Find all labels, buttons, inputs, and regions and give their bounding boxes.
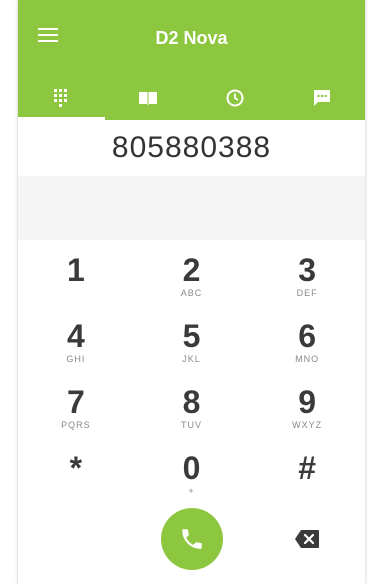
tab-history[interactable] xyxy=(192,76,279,120)
keypad-row: * 0 + # xyxy=(18,438,365,504)
key-star[interactable]: * xyxy=(18,438,134,504)
key-digit: 9 xyxy=(298,384,317,420)
dialpad-icon xyxy=(54,89,68,107)
key-digit: 2 xyxy=(182,252,201,288)
key-6[interactable]: 6 MNO xyxy=(249,306,365,372)
key-digit: 0 xyxy=(182,450,201,486)
dialer-screen: D2 Nova 805880388 1 2 ABC 3 DEF 4 GHI 5 … xyxy=(18,0,365,584)
key-digit: 4 xyxy=(66,318,85,354)
keypad-row: 7 PQRS 8 TUV 9 WXYZ xyxy=(18,372,365,438)
phone-icon xyxy=(181,529,202,549)
app-title: D2 Nova xyxy=(155,28,228,48)
backspace-icon[interactable] xyxy=(294,529,320,549)
history-clock-icon xyxy=(226,89,244,107)
keypad-row: 1 2 ABC 3 DEF xyxy=(18,240,365,306)
contacts-book-icon xyxy=(139,92,158,105)
key-2[interactable]: 2 ABC xyxy=(134,240,250,306)
app-bar: D2 Nova xyxy=(18,0,365,76)
key-9[interactable]: 9 WXYZ xyxy=(249,372,365,438)
key-digit: 1 xyxy=(66,252,85,288)
tab-bar xyxy=(18,76,365,120)
call-cell xyxy=(134,508,250,570)
key-digit: * xyxy=(69,450,83,486)
key-letters: DEF xyxy=(296,288,318,298)
key-3[interactable]: 3 DEF xyxy=(249,240,365,306)
tab-dialpad[interactable] xyxy=(18,76,105,120)
call-button[interactable] xyxy=(160,508,223,570)
tab-messages[interactable] xyxy=(278,76,365,120)
info-band xyxy=(18,176,365,240)
key-digit: 5 xyxy=(182,318,201,354)
key-letters: WXYZ xyxy=(292,420,323,430)
key-digit: 6 xyxy=(298,318,317,354)
action-row xyxy=(18,504,365,574)
dialed-number[interactable]: 805880388 xyxy=(18,120,365,176)
key-8[interactable]: 8 TUV xyxy=(134,372,250,438)
key-digit: 8 xyxy=(182,384,201,420)
backspace-cell xyxy=(249,529,365,549)
key-7[interactable]: 7 PQRS xyxy=(18,372,134,438)
key-digit: 7 xyxy=(66,384,85,420)
key-letters: JKL xyxy=(182,354,201,364)
key-1[interactable]: 1 xyxy=(18,240,134,306)
key-digit: # xyxy=(298,450,317,486)
key-0[interactable]: 0 + xyxy=(134,438,250,504)
key-digit: 3 xyxy=(298,252,317,288)
key-4[interactable]: 4 GHI xyxy=(18,306,134,372)
key-letters: PQRS xyxy=(61,420,91,430)
key-letters: MNO xyxy=(295,354,320,364)
key-5[interactable]: 5 JKL xyxy=(134,306,250,372)
chat-message-icon xyxy=(313,90,330,106)
key-letters: GHI xyxy=(66,354,86,364)
key-hash[interactable]: # xyxy=(249,438,365,504)
keypad: 1 2 ABC 3 DEF 4 GHI 5 JKL 6 MNO 7 PQRS 8… xyxy=(18,240,365,574)
key-letters: TUV xyxy=(181,420,202,430)
tab-contacts[interactable] xyxy=(105,76,192,120)
key-letters: ABC xyxy=(180,288,203,298)
key-letters: + xyxy=(188,486,195,496)
keypad-row: 4 GHI 5 JKL 6 MNO xyxy=(18,306,365,372)
